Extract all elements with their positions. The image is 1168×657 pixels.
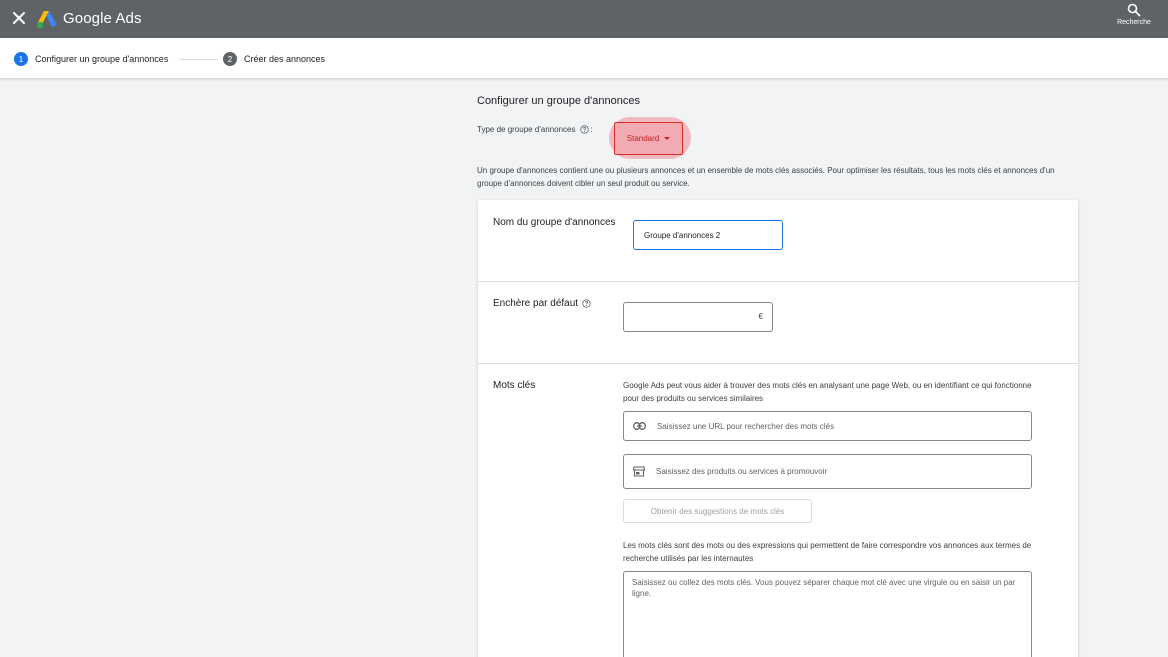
top-bar: Google Ads Recherche [0, 0, 1168, 38]
divider [478, 281, 1078, 282]
caret-down-icon [664, 137, 671, 140]
divider [478, 363, 1078, 364]
keyword-products-placeholder: Saisissez des produits ou services à pro… [656, 467, 828, 476]
step-label: Configurer un groupe d'annonces [35, 54, 169, 64]
help-icon[interactable] [579, 125, 589, 134]
default-bid-text: Enchère par défaut [493, 298, 579, 309]
ad-group-description: Un groupe d'annonces contient une ou plu… [477, 166, 1055, 188]
get-keyword-suggestions-button[interactable]: Obtenir des suggestions de mots clés [623, 499, 812, 523]
google-ads-logo [36, 11, 57, 29]
ad-group-type-value: Standard [626, 134, 660, 143]
ad-group-card: Nom du groupe d'annonces Groupe d'annonc… [478, 200, 1078, 657]
type-colon: : [590, 125, 593, 134]
ad-group-name-label: Nom du groupe d'annonces [493, 217, 616, 228]
section-title: Configurer un groupe d'annonces [477, 95, 640, 107]
link-icon [633, 422, 646, 430]
step-label: Créer des annonces [244, 54, 326, 64]
currency-symbol: € [758, 312, 763, 321]
brand-name: Google Ads [63, 10, 142, 27]
search-icon [1127, 3, 1141, 17]
search-button[interactable]: Recherche [1112, 3, 1156, 26]
keywords-note: Les mots clés sont des mots ou des expre… [623, 541, 1032, 563]
step-connector [180, 59, 218, 60]
keywords-label: Mots clés [493, 380, 536, 391]
step-number: 1 [14, 52, 28, 66]
keyword-products-input[interactable]: Saisissez des produits ou services à pro… [623, 454, 1032, 489]
ad-group-type-dropdown[interactable]: Standard [614, 122, 683, 155]
stepper: 1 Configurer un groupe d'annonces 2 Crée… [0, 38, 1168, 79]
ad-group-name-input[interactable]: Groupe d'annonces 2 [633, 220, 783, 250]
keywords-textarea[interactable]: Saisissez ou collez des mots clés. Vous … [623, 571, 1032, 657]
store-icon [633, 466, 645, 477]
keywords-help-text: Google Ads peut vous aider à trouver des… [623, 381, 1032, 403]
ad-group-type-label: Type de groupe d'annonces : [477, 125, 593, 134]
step-number: 2 [223, 52, 237, 66]
close-icon[interactable] [10, 9, 28, 27]
search-label: Recherche [1117, 19, 1151, 26]
help-icon[interactable] [582, 299, 591, 308]
step-create-ads[interactable]: 2 Créer des annonces [223, 51, 325, 67]
ad-group-type-text: Type de groupe d'annonces [477, 125, 576, 134]
keyword-url-input[interactable]: Saisissez une URL pour rechercher des mo… [623, 411, 1032, 441]
step-configure-ad-group[interactable]: 1 Configurer un groupe d'annonces [14, 51, 168, 67]
keyword-url-placeholder: Saisissez une URL pour rechercher des mo… [657, 421, 835, 431]
default-bid-input[interactable]: € [623, 302, 773, 332]
default-bid-label: Enchère par défaut [493, 298, 591, 309]
